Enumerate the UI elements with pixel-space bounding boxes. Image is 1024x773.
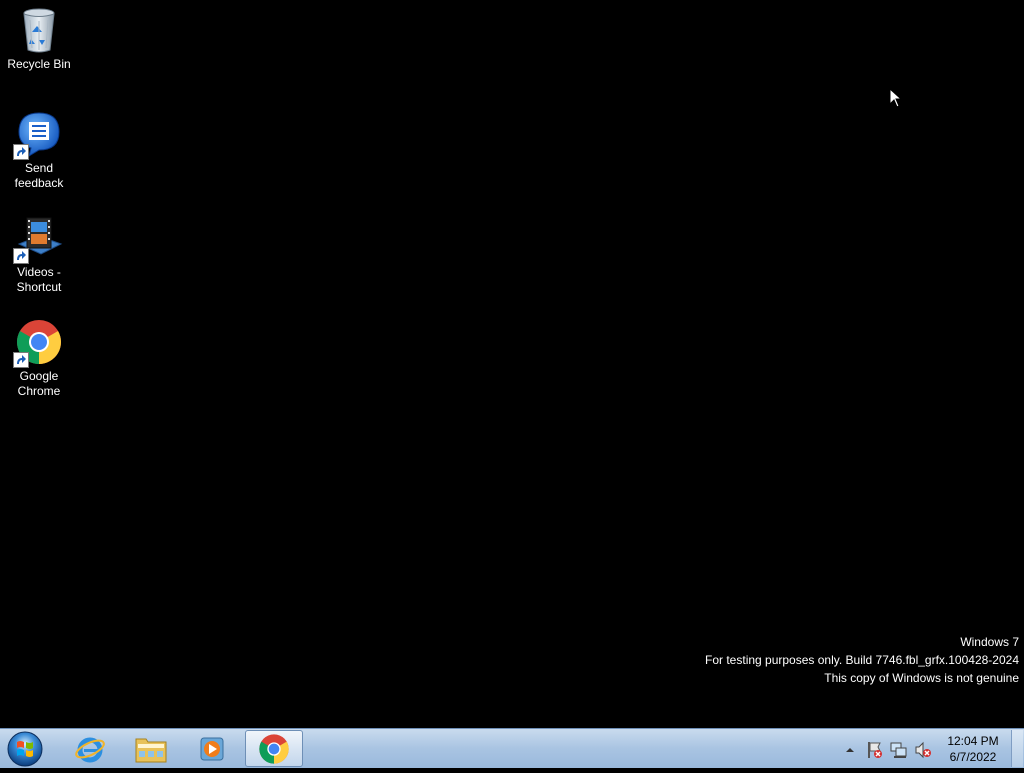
feedback-icon (13, 110, 63, 160)
desktop-icon-label: Videos - Shortcut (16, 265, 62, 294)
desktop-icon-label: Recycle Bin (7, 57, 71, 71)
show-desktop-button[interactable] (1011, 730, 1023, 767)
clock-date: 6/7/2022 (949, 750, 997, 764)
watermark-build: For testing purposes only. Build 7746.fb… (705, 653, 1019, 667)
chrome-icon (13, 318, 63, 368)
desktop-icon-recycle-bin[interactable]: Recycle Bin (1, 6, 77, 72)
chrome-icon (259, 733, 289, 764)
network-icon[interactable] (890, 741, 907, 758)
system-clock[interactable]: 12:04 PM 6/7/2022 (940, 733, 1006, 765)
desktop[interactable]: Recycle Bin Send feedback Videos - Short… (0, 0, 1024, 728)
show-hidden-icons-arrow-icon[interactable] (843, 743, 859, 759)
watermark-genuine-notice: This copy of Windows is not genuine (824, 671, 1019, 685)
watermark-os-name: Windows 7 (960, 635, 1019, 649)
volume-muted-icon[interactable] (914, 741, 931, 759)
taskbar-internet-explorer[interactable] (61, 730, 119, 767)
desktop-icon-label: Send feedback (14, 161, 64, 190)
videos-icon (13, 214, 63, 264)
taskbar-media-player[interactable] (183, 730, 241, 767)
desktop-icon-send-feedback[interactable]: Send feedback (1, 110, 77, 191)
mouse-cursor-icon (889, 87, 903, 113)
shortcut-arrow-icon (13, 144, 29, 160)
media-player-icon (200, 737, 224, 760)
shortcut-arrow-icon (13, 248, 29, 264)
taskbar: 12:04 PM 6/7/2022 (0, 728, 1024, 768)
taskbar-google-chrome[interactable] (245, 730, 303, 767)
desktop-icon-label: Google Chrome (17, 369, 61, 398)
desktop-icon-google-chrome[interactable]: Google Chrome (1, 318, 77, 399)
shortcut-arrow-icon (13, 352, 29, 368)
desktop-icon-videos-shortcut[interactable]: Videos - Shortcut (1, 214, 77, 295)
windows-start-orb-icon (7, 731, 43, 767)
action-center-flag-icon[interactable] (866, 741, 882, 758)
folder-icon (135, 738, 167, 762)
internet-explorer-icon (75, 737, 105, 762)
windows-watermark: Windows 7 For testing purposes only. Bui… (705, 633, 1019, 687)
taskbar-windows-explorer[interactable] (122, 730, 180, 767)
clock-time: 12:04 PM (947, 734, 999, 748)
start-button[interactable] (6, 730, 44, 768)
recycle-bin-icon (15, 6, 63, 54)
